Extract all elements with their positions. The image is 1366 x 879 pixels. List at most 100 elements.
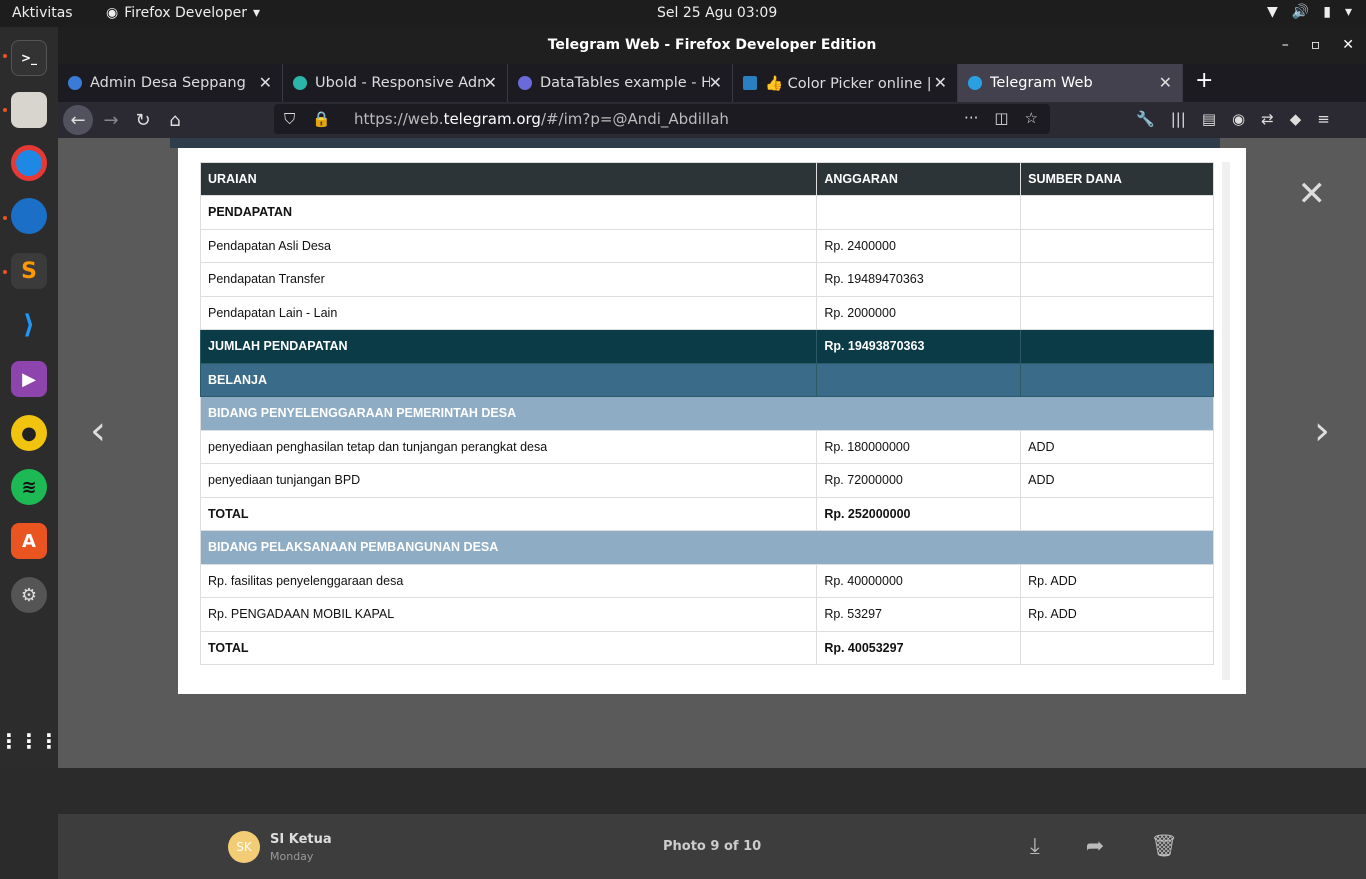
table-cell (1020, 262, 1214, 297)
tab-label: DataTables example - Hi (540, 75, 710, 91)
bookmark-star-icon[interactable]: ☆ (1025, 109, 1038, 127)
photo-counter: Photo 9 of 10 (663, 839, 762, 854)
close-tab-icon[interactable]: ✕ (484, 73, 497, 92)
table-row: JUMLAH PENDAPATAN Rp. 19493870363 (199, 329, 1214, 364)
wrench-icon[interactable]: 🔧 (1136, 110, 1155, 128)
table-cell: Rp. 180000000 (816, 429, 1022, 464)
new-tab-button[interactable]: + (1183, 64, 1225, 102)
next-photo-arrow[interactable]: › (1314, 408, 1330, 454)
url-bar[interactable]: ⛉ 🔒 https://web.telegram.org/#/im?p=@And… (274, 104, 1050, 134)
close-viewer-icon[interactable]: ✕ (1298, 174, 1327, 214)
chevron-down-icon: ▾ (1344, 4, 1352, 20)
tab-admin-desa[interactable]: Admin Desa Seppang ✕ (58, 64, 283, 102)
table-cell (1020, 630, 1214, 665)
table-cell (1020, 228, 1214, 263)
table-cell: penyediaan tunjangan BPD (199, 463, 818, 498)
lock-icon[interactable]: 🔒 (312, 110, 331, 128)
volume-icon: 🔊 (1291, 4, 1310, 20)
previous-photo-arrow[interactable]: ‹ (90, 408, 106, 454)
color-picker-icon (743, 76, 757, 90)
software-center-icon[interactable]: A (11, 523, 47, 559)
table-row: penyediaan tunjangan BPD Rp. 72000000 ADD (199, 463, 1214, 498)
ubold-icon (293, 76, 307, 90)
running-indicator (3, 216, 7, 220)
maximize-icon[interactable]: ▫ (1311, 27, 1321, 64)
library-icon[interactable]: ||| (1171, 110, 1186, 128)
forward-icon[interactable]: ➦ (1086, 834, 1104, 859)
close-tab-icon[interactable]: ✕ (259, 73, 272, 92)
extension-icon[interactable]: ◆ (1290, 110, 1302, 128)
spotify-icon[interactable]: ≋ (11, 469, 47, 505)
translate-icon[interactable]: ⇄ (1261, 110, 1274, 128)
running-indicator (3, 54, 7, 58)
table-row: penyediaan penghasilan tetap dan tunjang… (199, 429, 1214, 464)
close-window-icon[interactable]: ✕ (1342, 27, 1354, 64)
settings-icon[interactable]: ⚙ (11, 577, 47, 613)
sender-name[interactable]: SI Ketua (270, 832, 332, 847)
sidebar-icon[interactable]: ▤ (1202, 110, 1216, 128)
tab-ubold[interactable]: Ubold - Responsive Admin✕ (283, 64, 508, 102)
url-text[interactable]: https://web.telegram.org/#/im?p=@Andi_Ab… (354, 110, 729, 128)
menu-icon[interactable]: ≡ (1317, 110, 1330, 128)
firefox-window: Telegram Web - Firefox Developer Edition… (58, 27, 1366, 879)
table-cell: Rp. 252000000 (816, 496, 1022, 531)
video-player-icon[interactable]: ▶ (11, 361, 47, 397)
delete-icon[interactable]: 🗑 (1150, 834, 1178, 859)
table-cell: Rp. 19489470363 (816, 262, 1022, 297)
tab-telegram[interactable]: Telegram Web ✕ (958, 64, 1183, 102)
rhythmbox-icon[interactable]: ● (11, 415, 47, 451)
more-actions-icon[interactable]: ··· (964, 109, 978, 127)
activities-button[interactable]: Aktivitas (12, 5, 73, 21)
tab-label: Admin Desa Seppang (90, 75, 246, 91)
table-cell: Pendapatan Asli Desa (199, 228, 818, 263)
avatar[interactable]: SK (228, 831, 260, 863)
table-cell (1020, 295, 1214, 330)
header-uraian: URAIAN (199, 162, 818, 196)
table-row: PENDAPATAN (199, 195, 1214, 230)
firefox-developer-icon[interactable] (11, 198, 47, 234)
tab-label: Telegram Web (990, 75, 1093, 91)
table-cell: ADD (1020, 463, 1214, 498)
photo-viewer: ‹ › ✕ URAIAN ANGGARAN SUMBER DANA PENDAP… (58, 138, 1366, 879)
table-cell: BIDANG PELAKSANAAN PEMBANGUNAN DESA (200, 530, 1214, 565)
show-apps-icon[interactable]: ⋮⋮⋮ (0, 723, 59, 759)
minimize-icon[interactable]: – (1282, 27, 1289, 64)
home-button[interactable]: ⌂ (160, 105, 190, 135)
table-row: BIDANG PENYELENGGARAAN PEMERINTAH DESA (200, 396, 1214, 431)
firefox-icon: ◉ (106, 5, 119, 21)
app-menu-label: Firefox Developer (124, 5, 248, 21)
tab-datatables[interactable]: DataTables example - Hi ✕ (508, 64, 733, 102)
table-cell: Rp. 2000000 (816, 295, 1022, 330)
table-header: URAIAN ANGGARAN SUMBER DANA (199, 162, 1214, 196)
terminal-icon[interactable]: >_ (11, 40, 47, 76)
files-icon[interactable] (11, 92, 47, 128)
table-cell: Rp. 19493870363 (816, 329, 1022, 364)
account-icon[interactable]: ◉ (1232, 110, 1245, 128)
system-tray[interactable]: ▼ 🔊 ▮ ▾ (1267, 4, 1352, 20)
viewer-footer: SK SI Ketua Monday Photo 9 of 10 ⤓ ➦ 🗑 (58, 814, 1366, 879)
close-tab-icon[interactable]: ✕ (1159, 73, 1172, 92)
tab-color-picker[interactable]: 👍 Color Picker online | H ✕ (733, 64, 958, 102)
reload-button[interactable]: ↻ (128, 105, 158, 135)
window-title: Telegram Web - Firefox Developer Edition (547, 37, 877, 53)
back-button[interactable]: ← (63, 105, 93, 135)
table-row: Rp. PENGADAAN MOBIL KAPAL Rp. 53297 Rp. AD… (199, 597, 1214, 632)
header-sumber-dana: SUMBER DANA (1020, 162, 1214, 196)
table-cell: PENDAPATAN (199, 195, 818, 230)
clock[interactable]: Sel 25 Agu 03:09 (657, 5, 777, 21)
table-row: TOTAL Rp. 40053297 (199, 630, 1214, 665)
vscode-icon[interactable]: ⟩ (11, 307, 47, 343)
chrome-dev-icon[interactable] (11, 145, 47, 181)
close-tab-icon[interactable]: ✕ (709, 73, 722, 92)
table-cell: Rp. 40053297 (816, 630, 1022, 665)
sublime-text-icon[interactable]: S (11, 253, 47, 289)
close-tab-icon[interactable]: ✕ (934, 73, 947, 92)
download-icon[interactable]: ⤓ (1030, 834, 1040, 859)
shield-icon[interactable]: ⛉ (284, 110, 295, 128)
table-cell: Rp. 53297 (816, 597, 1022, 632)
table-cell: BIDANG PENYELENGGARAAN PEMERINTAH DESA (200, 396, 1214, 431)
table-row: BELANJA (199, 362, 1214, 397)
pocket-icon[interactable]: ◫ (994, 109, 1008, 127)
app-menu[interactable]: ◉ Firefox Developer ▾ (106, 5, 260, 21)
forward-button[interactable]: → (96, 105, 126, 135)
